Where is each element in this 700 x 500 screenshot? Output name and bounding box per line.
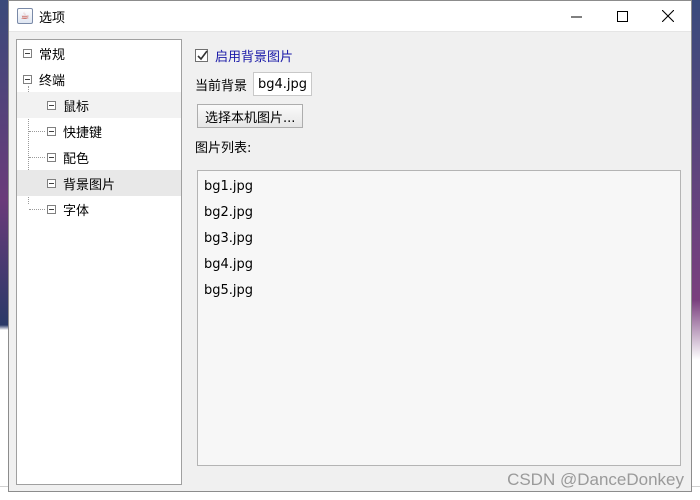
tree-item-label: 鼠标 (63, 99, 90, 115)
collapse-icon[interactable] (47, 178, 56, 188)
list-item[interactable]: bg4.jpg (198, 251, 680, 277)
list-item[interactable]: bg1.jpg (198, 173, 680, 199)
minimize-button[interactable] (553, 1, 599, 32)
close-icon (662, 10, 674, 22)
tree-item-mouse[interactable]: 鼠标 (17, 92, 181, 118)
tree-item-label: 常规 (39, 47, 66, 63)
collapse-icon[interactable] (47, 100, 56, 110)
tree-item-background-image[interactable]: 背景图片 (17, 170, 181, 196)
tree-item-label: 终端 (39, 73, 66, 89)
tree-item-terminal[interactable]: 终端 (17, 66, 181, 92)
tree-item-label: 背景图片 (63, 177, 116, 193)
options-tree[interactable]: 常规 终端 鼠标 快捷键 配色 背景图片 字体 (16, 39, 182, 485)
background-left-edge (0, 0, 8, 500)
list-item[interactable]: bg5.jpg (198, 277, 680, 303)
current-background-row: 当前背景 bg4.jpg (193, 72, 683, 96)
image-list-label: 图片列表: (195, 141, 252, 156)
collapse-icon[interactable] (23, 74, 32, 84)
tree-item-shortcuts[interactable]: 快捷键 (17, 118, 181, 144)
list-item[interactable]: bg2.jpg (198, 199, 680, 225)
maximize-button[interactable] (599, 1, 645, 32)
java-cup-icon: ☕ (17, 8, 33, 24)
minimize-icon (570, 16, 582, 17)
enable-background-checkbox[interactable] (195, 48, 208, 62)
list-item[interactable]: bg3.jpg (198, 225, 680, 251)
collapse-icon[interactable] (47, 126, 56, 136)
background-right-edge (692, 0, 700, 500)
checkmark-icon (197, 50, 208, 60)
background-settings-panel: 启用背景图片 当前背景 bg4.jpg 选择本机图片... 图片列表: bg1.… (193, 39, 683, 489)
tree-item-color-scheme[interactable]: 配色 (17, 144, 181, 170)
maximize-icon (616, 10, 628, 22)
choose-local-image-button[interactable]: 选择本机图片... (197, 104, 304, 128)
current-background-value: bg4.jpg (253, 72, 313, 96)
window-title: 选项 (39, 10, 66, 26)
tree-item-general[interactable]: 常规 (17, 40, 181, 66)
close-button[interactable] (645, 1, 691, 32)
tree-item-label: 字体 (63, 203, 90, 219)
collapse-icon[interactable] (23, 48, 32, 58)
current-background-label: 当前背景 (195, 78, 248, 94)
options-dialog: ☕ 选项 常规 终端 鼠标 快捷键 配色 背景图片 字体 启用背景图片 当前背景… (8, 0, 692, 492)
tree-item-label: 配色 (63, 151, 90, 167)
tree-item-label: 快捷键 (63, 125, 103, 141)
image-list[interactable]: bg1.jpg bg2.jpg bg3.jpg bg4.jpg bg5.jpg (197, 170, 681, 466)
enable-background-label: 启用背景图片 (215, 49, 294, 65)
enable-background-row[interactable]: 启用背景图片 (193, 44, 683, 66)
title-bar[interactable]: ☕ 选项 (9, 1, 691, 32)
collapse-icon[interactable] (47, 204, 56, 214)
collapse-icon[interactable] (47, 152, 56, 162)
watermark: CSDN @DanceDonkey (507, 470, 684, 489)
tree-item-font[interactable]: 字体 (17, 196, 181, 222)
